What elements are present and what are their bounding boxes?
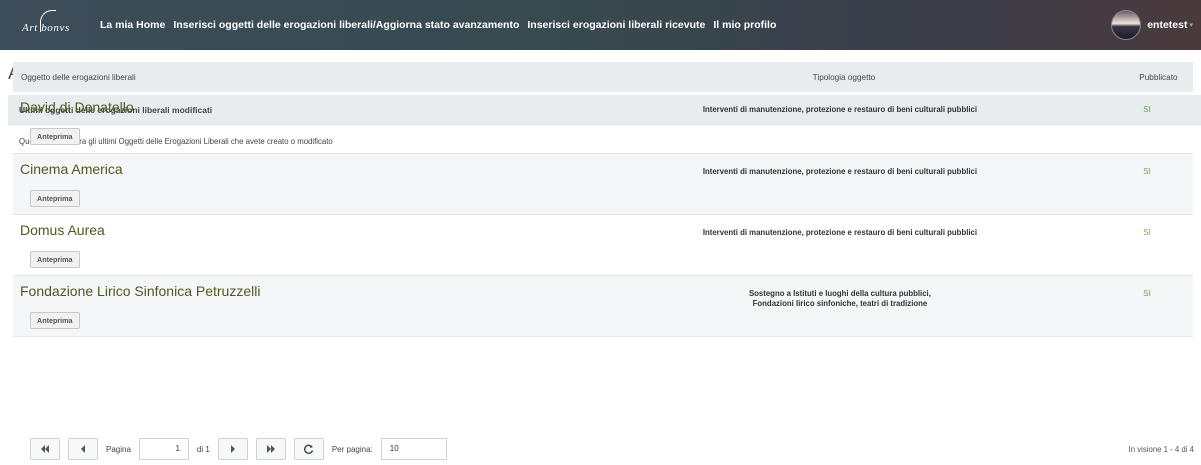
page-total-label: di 1 bbox=[196, 444, 210, 454]
objects-table: Oggetto delle erogazioni liberali Tipolo… bbox=[13, 62, 1193, 337]
column-header-tipologia[interactable]: Tipologia oggetto bbox=[559, 62, 1122, 92]
object-title-link[interactable]: David di Donatello bbox=[13, 92, 559, 115]
refresh-button[interactable] bbox=[293, 438, 324, 460]
user-menu[interactable]: entetest ▾ bbox=[1111, 0, 1193, 50]
first-page-button[interactable] bbox=[30, 438, 60, 460]
user-name[interactable]: entetest bbox=[1147, 19, 1187, 31]
object-type-line: Interventi di manutenzione, protezione e… bbox=[702, 227, 978, 237]
prev-page-button[interactable] bbox=[68, 438, 98, 460]
object-type-line: Interventi di manutenzione, protezione e… bbox=[702, 105, 978, 114]
column-header-pubblicato[interactable]: Pubblicato bbox=[1121, 62, 1193, 92]
preview-button[interactable]: Anteprima bbox=[30, 250, 80, 268]
table-row: Fondazione Lirico Sinfonica Petruzzelli … bbox=[13, 275, 1193, 337]
object-type: Sostegno a Istituti e luoghi della cultu… bbox=[558, 275, 1122, 337]
table-header-row: Oggetto delle erogazioni liberali Tipolo… bbox=[13, 62, 1193, 92]
object-type-line: Sostegno a Istituti e luoghi della cultu… bbox=[748, 288, 931, 298]
chevron-down-icon[interactable]: ▾ bbox=[1189, 21, 1193, 29]
column-header-oggetto[interactable]: Oggetto delle erogazioni liberali bbox=[13, 62, 559, 92]
last-page-button[interactable] bbox=[255, 438, 286, 460]
avatar[interactable] bbox=[1111, 10, 1142, 40]
double-right-arrow-icon bbox=[266, 445, 275, 453]
object-title-link[interactable]: Fondazione Lirico Sinfonica Petruzzelli bbox=[13, 276, 559, 299]
nav-item-inserisci-erogazioni[interactable]: Inserisci erogazioni liberali ricevute bbox=[523, 0, 709, 50]
per-page-label: Per pagina: bbox=[331, 444, 373, 454]
preview-button[interactable]: Anteprima bbox=[30, 311, 80, 329]
object-type: Interventi di manutenzione, protezione e… bbox=[558, 92, 1122, 154]
published-status: SI bbox=[1121, 214, 1193, 276]
table-row: Cinema America Anteprima Interventi di m… bbox=[13, 153, 1193, 215]
left-arrow-icon bbox=[81, 445, 85, 453]
nav-item-home[interactable]: La mia Home bbox=[96, 0, 169, 50]
published-status: SI bbox=[1121, 275, 1193, 337]
object-title-link[interactable]: Domus Aurea bbox=[13, 215, 559, 238]
refresh-icon bbox=[303, 444, 313, 454]
table-row: Domus Aurea Anteprima Interventi di manu… bbox=[13, 214, 1193, 276]
table-row: David di Donatello Anteprima Interventi … bbox=[13, 92, 1193, 154]
nav-item-profilo[interactable]: Il mio profilo bbox=[709, 0, 780, 50]
nav-item-inserisci-oggetti[interactable]: Inserisci oggetti delle erogazioni liber… bbox=[169, 0, 523, 50]
pagination-info: In visione 1 - 4 di 4 bbox=[1128, 445, 1194, 454]
main-nav: La mia Home Inserisci oggetti delle erog… bbox=[94, 0, 780, 50]
object-type-line: Fondazioni lirico sinfoniche, teatri di … bbox=[752, 298, 928, 308]
top-navbar: Art bonvs La mia Home Inserisci oggetti … bbox=[0, 0, 1201, 50]
page-number-input[interactable]: 1 bbox=[138, 438, 189, 460]
page-label: Pagina bbox=[106, 444, 131, 454]
object-type-line: Interventi di manutenzione, protezione e… bbox=[702, 166, 978, 176]
double-left-arrow-icon bbox=[41, 445, 49, 453]
right-arrow-icon bbox=[230, 445, 235, 453]
pagination: Pagina 1 di 1 Per pagina: 10 bbox=[30, 438, 447, 460]
logo-arc-icon bbox=[40, 10, 56, 32]
object-type: Interventi di manutenzione, protezione e… bbox=[558, 214, 1122, 276]
artbonus-logo[interactable]: Art bonvs bbox=[0, 0, 94, 50]
object-title-link[interactable]: Cinema America bbox=[13, 154, 559, 177]
per-page-input[interactable]: 10 bbox=[380, 438, 447, 460]
preview-button[interactable]: Anteprima bbox=[30, 189, 80, 207]
published-status: SI bbox=[1121, 153, 1193, 215]
preview-button[interactable]: Anteprima bbox=[30, 128, 80, 145]
object-type: Interventi di manutenzione, protezione e… bbox=[558, 153, 1122, 215]
next-page-button[interactable] bbox=[217, 438, 248, 460]
published-status: SI bbox=[1121, 92, 1193, 154]
